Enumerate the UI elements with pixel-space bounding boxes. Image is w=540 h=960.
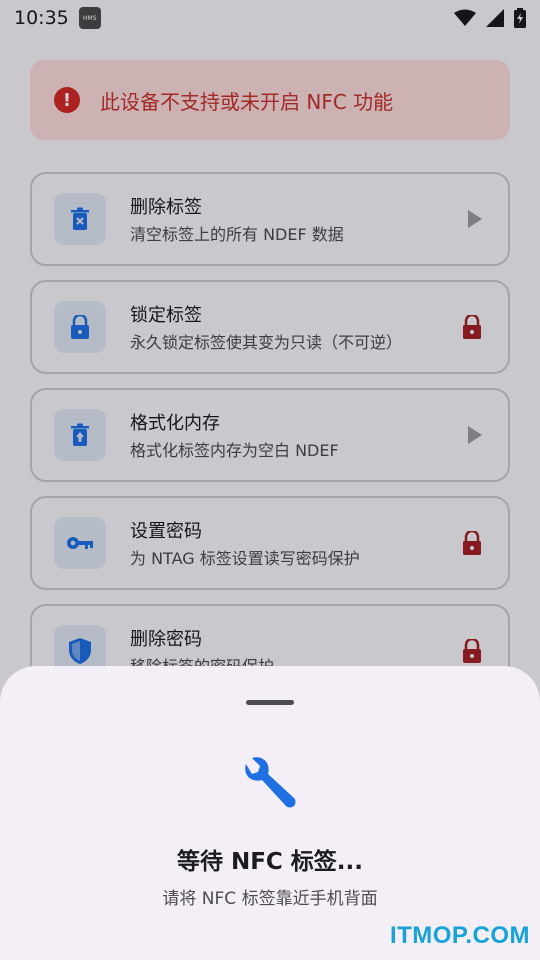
sheet-title: 等待 NFC 标签... xyxy=(176,849,364,875)
sheet-subtitle: 请将 NFC 标签靠近手机背面 xyxy=(162,889,378,909)
wrench-icon xyxy=(245,757,296,808)
drag-handle[interactable] xyxy=(246,700,294,705)
nfc-wait-bottom-sheet: 等待 NFC 标签... 请将 NFC 标签靠近手机背面 ITMOP.COM xyxy=(0,666,540,960)
watermark: ITMOP.COM xyxy=(389,922,530,949)
